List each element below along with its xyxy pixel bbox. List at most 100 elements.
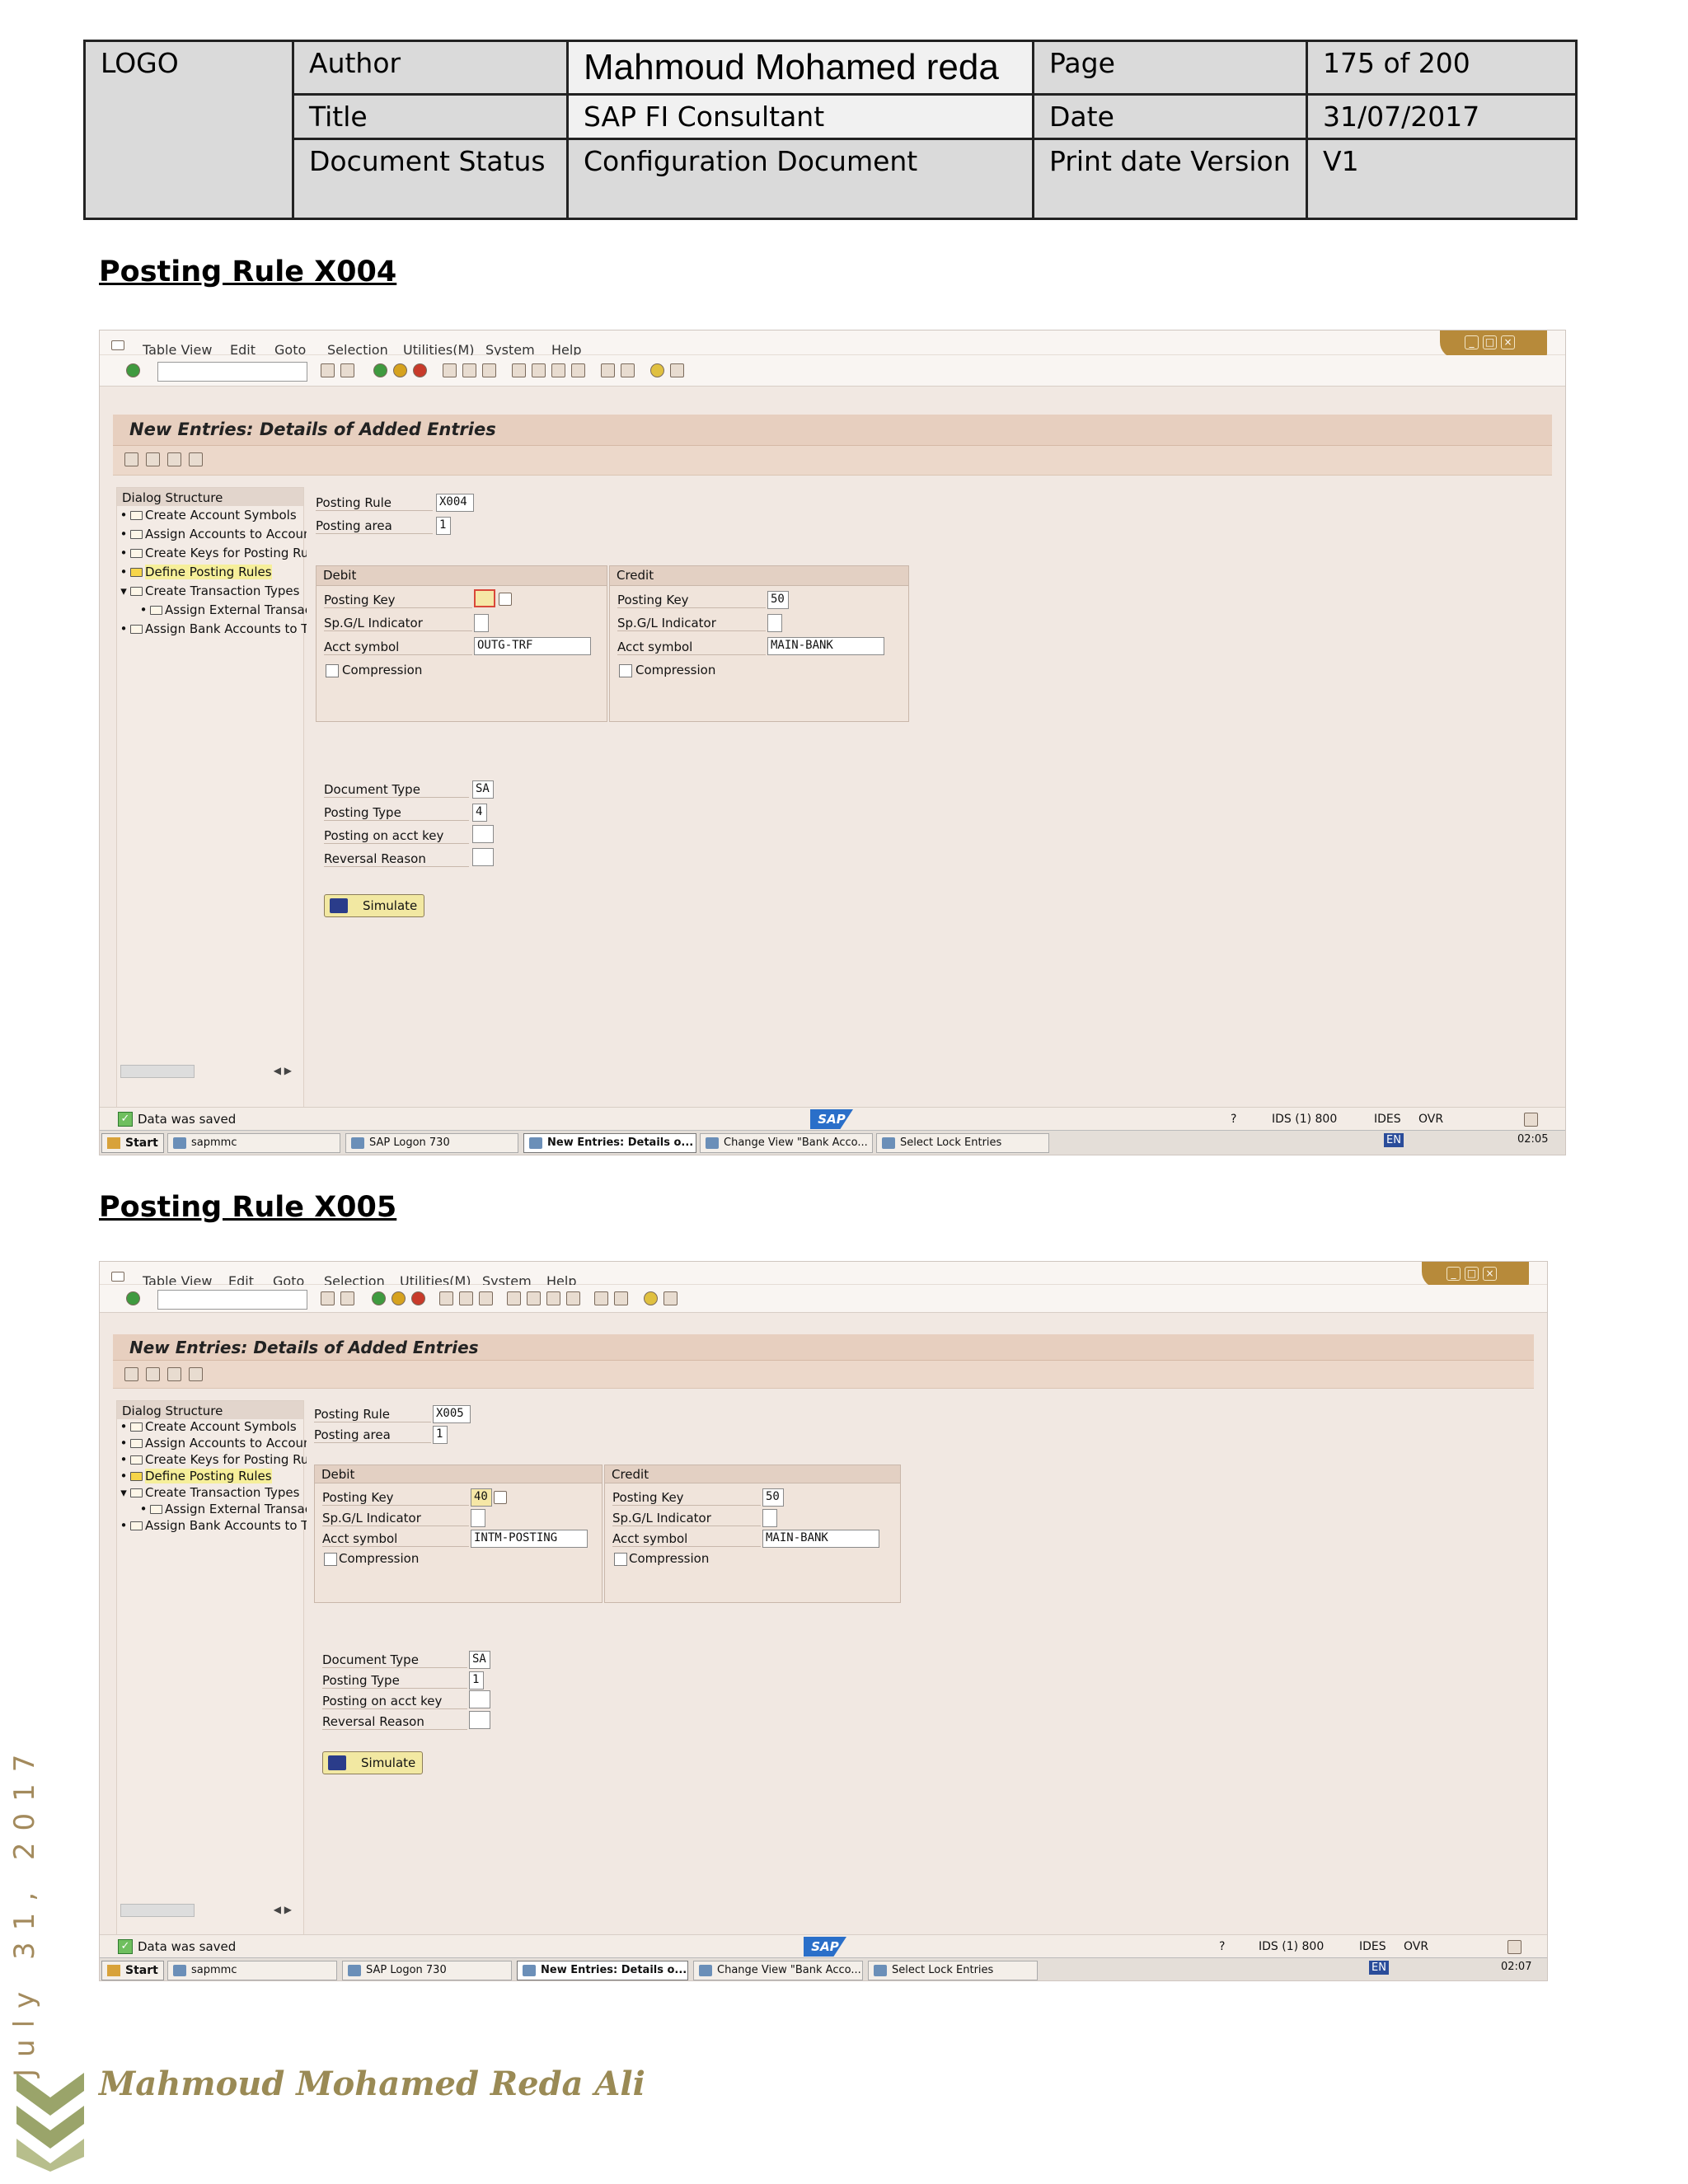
credit-compression-checkbox[interactable]	[619, 664, 632, 677]
insert-mode[interactable]: OVR	[1404, 1940, 1428, 1953]
document-type-field[interactable]: SA	[472, 780, 494, 799]
shortcut-icon[interactable]	[614, 1291, 628, 1305]
minimize-icon[interactable]: _	[1465, 335, 1479, 349]
last-page-icon[interactable]	[571, 363, 585, 377]
tree-node-define-posting-rules[interactable]: • Define Posting Rules	[117, 1469, 307, 1487]
tree-node-assign-accounts[interactable]: •Assign Accounts to Account Symbol	[117, 1436, 307, 1454]
menu-icon[interactable]	[111, 1272, 124, 1282]
tree-node-assign-accounts[interactable]: •Assign Accounts to Account Symbol	[117, 527, 307, 545]
cancel-icon[interactable]	[413, 363, 427, 377]
display-change-icon[interactable]	[124, 1367, 138, 1381]
posting-on-acct-key-field[interactable]	[472, 825, 494, 843]
print-icon[interactable]	[439, 1291, 453, 1305]
help-icon[interactable]	[644, 1291, 658, 1305]
restore-icon[interactable]: □	[1465, 1267, 1479, 1281]
posting-area-field[interactable]: 1	[433, 1426, 448, 1444]
scroll-arrows-icon[interactable]: ◀ ▶	[274, 1904, 292, 1915]
next-page-icon[interactable]	[546, 1291, 560, 1305]
taskbar-item-sap-logon[interactable]: SAP Logon 730	[345, 1133, 518, 1153]
taskbar-item-select-lock[interactable]: Select Lock Entries	[876, 1133, 1049, 1153]
debit-acct-symbol-field[interactable]: INTM-POSTING	[471, 1530, 588, 1548]
credit-compression-checkbox[interactable]	[614, 1553, 627, 1566]
previous-page-icon[interactable]	[532, 363, 546, 377]
debit-posting-key-field[interactable]	[474, 589, 495, 607]
start-button[interactable]: Start	[101, 1133, 164, 1153]
insert-mode[interactable]: OVR	[1418, 1113, 1443, 1126]
back-icon[interactable]	[372, 1291, 386, 1305]
debit-spgl-field[interactable]	[474, 614, 489, 632]
lock-icon[interactable]	[1524, 1113, 1538, 1127]
credit-spgl-field[interactable]	[762, 1509, 777, 1527]
value-help-icon[interactable]	[499, 593, 512, 606]
find-icon[interactable]	[462, 363, 476, 377]
system-info[interactable]: IDS (1) 800	[1259, 1940, 1324, 1953]
scroll-arrows-icon[interactable]: ◀ ▶	[274, 1065, 292, 1076]
display-change-icon[interactable]	[124, 452, 138, 466]
layout-icon[interactable]	[670, 363, 684, 377]
scroll-thumb[interactable]	[120, 1904, 195, 1917]
start-button[interactable]: Start	[101, 1961, 164, 1980]
posting-on-acct-key-field[interactable]	[469, 1690, 490, 1708]
taskbar-item-select-lock[interactable]: Select Lock Entries	[868, 1961, 1038, 1980]
tree-node-create-transaction-types[interactable]: ▾ Create Transaction Types	[117, 1485, 307, 1503]
previous-entry-icon[interactable]	[167, 452, 181, 466]
taskbar-item-new-entries[interactable]: New Entries: Details o...	[517, 1961, 688, 1980]
cancel-icon[interactable]	[411, 1291, 425, 1305]
command-field[interactable]	[157, 1290, 307, 1310]
delete-icon[interactable]	[146, 1367, 160, 1381]
credit-acct-symbol-field[interactable]: MAIN-BANK	[767, 637, 884, 655]
find-next-icon[interactable]	[479, 1291, 493, 1305]
taskbar-item-change-view[interactable]: Change View "Bank Acco...	[693, 1961, 863, 1980]
tree-node-create-transaction-types[interactable]: ▾ Create Transaction Types	[117, 583, 307, 602]
tree-horizontal-scrollbar[interactable]: ◀ ▶	[120, 1904, 300, 1919]
simulate-button[interactable]: Simulate	[322, 1751, 424, 1774]
taskbar-item-sapmmc[interactable]: sapmmc	[167, 1961, 337, 1980]
taskbar-item-sapmmc[interactable]: sapmmc	[167, 1133, 340, 1153]
enter-icon[interactable]	[126, 363, 140, 377]
exit-icon[interactable]	[393, 363, 407, 377]
tree-horizontal-scrollbar[interactable]: ◀ ▶	[120, 1065, 300, 1080]
tree-node-define-posting-rules[interactable]: • Define Posting Rules	[117, 565, 307, 583]
next-entry-icon[interactable]	[189, 452, 203, 466]
previous-entry-icon[interactable]	[167, 1367, 181, 1381]
find-next-icon[interactable]	[482, 363, 496, 377]
document-type-field[interactable]: SA	[469, 1651, 490, 1669]
find-icon[interactable]	[459, 1291, 473, 1305]
language-indicator[interactable]: EN	[1369, 1961, 1389, 1975]
help-icon[interactable]	[650, 363, 664, 377]
credit-acct-symbol-field[interactable]: MAIN-BANK	[762, 1530, 879, 1548]
previous-page-icon[interactable]	[527, 1291, 541, 1305]
posting-area-field[interactable]: 1	[436, 517, 451, 535]
debit-compression-checkbox[interactable]	[324, 1553, 337, 1566]
reversal-reason-field[interactable]	[469, 1711, 490, 1729]
posting-rule-field[interactable]: X004	[436, 494, 474, 512]
reversal-reason-field[interactable]	[472, 848, 494, 866]
posting-rule-field[interactable]: X005	[433, 1405, 471, 1423]
tree-node-create-account-symbols[interactable]: • Create Account Symbols	[117, 1419, 307, 1437]
close-icon[interactable]: ×	[1483, 1267, 1497, 1281]
lock-icon[interactable]	[1507, 1940, 1522, 1954]
credit-posting-key-field[interactable]: 50	[767, 591, 789, 609]
next-entry-icon[interactable]	[189, 1367, 203, 1381]
layout-icon[interactable]	[663, 1291, 678, 1305]
close-icon[interactable]: ×	[1501, 335, 1515, 349]
system-info-icon[interactable]: ?	[1219, 1940, 1225, 1953]
back-arrow-icon[interactable]	[321, 1291, 335, 1305]
system-info[interactable]: IDS (1) 800	[1272, 1113, 1337, 1126]
scroll-thumb[interactable]	[120, 1065, 195, 1078]
command-field[interactable]	[157, 362, 307, 382]
debit-spgl-field[interactable]	[471, 1509, 485, 1527]
exit-icon[interactable]	[392, 1291, 406, 1305]
language-indicator[interactable]: EN	[1384, 1133, 1404, 1147]
taskbar-item-new-entries[interactable]: New Entries: Details o...	[523, 1133, 696, 1153]
debit-posting-key-field[interactable]: 40	[471, 1488, 492, 1507]
posting-type-field[interactable]: 4	[472, 804, 487, 822]
tree-node-assign-bank-accounts[interactable]: •Assign Bank Accounts to Transaction Typ…	[117, 1518, 307, 1536]
simulate-button[interactable]: Simulate	[324, 894, 425, 917]
tree-node-create-keys[interactable]: •Create Keys for Posting Rules	[117, 1452, 307, 1470]
back-icon[interactable]	[373, 363, 387, 377]
shortcut-icon[interactable]	[621, 363, 635, 377]
tree-node-assign-external-trans[interactable]: •Assign External Transaction Types	[117, 602, 307, 621]
tree-node-assign-bank-accounts[interactable]: •Assign Bank Accounts to Transaction Typ…	[117, 621, 307, 640]
create-session-icon[interactable]	[601, 363, 615, 377]
